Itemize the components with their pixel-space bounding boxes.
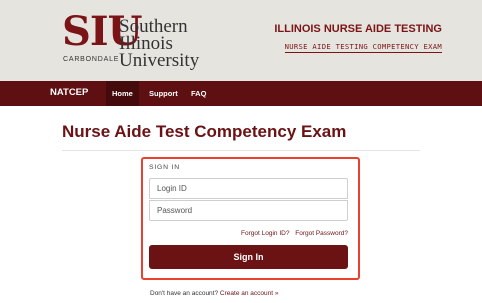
- forgot-links: Forgot Login ID? Forgot Password?: [237, 230, 348, 237]
- title-divider: [62, 150, 420, 151]
- program-subtitle[interactable]: NURSE AIDE TESTING COMPETENCY EXAM: [284, 42, 442, 53]
- account-prompt-text: Don't have an account?: [150, 290, 219, 297]
- main-nav: NATCEP Home Support FAQ: [0, 81, 482, 106]
- logo-university-name: Southern Illinois University: [119, 16, 224, 71]
- site-header: SIU Southern Illinois University CARBOND…: [0, 0, 482, 81]
- nav-item-faq[interactable]: FAQ: [185, 81, 212, 106]
- password-input[interactable]: [149, 200, 348, 221]
- program-title: ILLINOIS NURSE AIDE TESTING: [274, 23, 442, 35]
- nav-item-support[interactable]: Support: [143, 81, 184, 106]
- forgot-password-link[interactable]: Forgot Password?: [295, 230, 348, 237]
- forgot-login-link[interactable]: Forgot Login ID?: [241, 230, 289, 237]
- sign-in-button[interactable]: Sign In: [149, 245, 348, 269]
- create-account-link[interactable]: Create an account »: [220, 290, 279, 297]
- account-prompt: Don't have an account? Create an account…: [150, 290, 278, 297]
- logo-university-name-text: Southern Illinois University: [119, 16, 200, 71]
- login-id-input[interactable]: [149, 178, 348, 199]
- signin-heading: SIGN IN: [149, 164, 180, 171]
- logo-campus: CARBONDALE: [63, 56, 120, 63]
- nav-brand[interactable]: NATCEP: [50, 87, 88, 98]
- page-title: Nurse Aide Test Competency Exam: [62, 122, 347, 141]
- nav-item-home[interactable]: Home: [106, 81, 139, 106]
